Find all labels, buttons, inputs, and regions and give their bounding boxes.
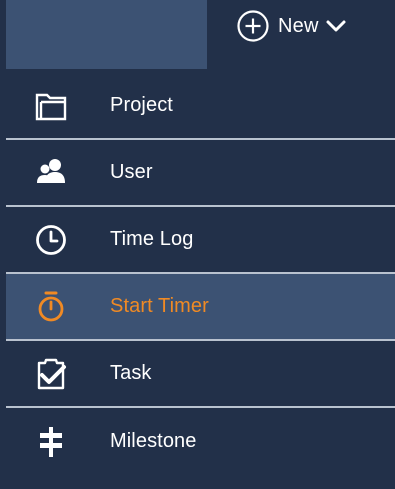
users-icon [34, 156, 68, 190]
menu-item-milestone[interactable]: Milestone [6, 408, 395, 475]
menu-item-task[interactable]: Task [6, 341, 395, 408]
menu-item-project[interactable]: Project [6, 73, 395, 140]
top-bar-panel [6, 0, 207, 69]
plus-circle-icon [237, 10, 269, 42]
new-dropdown-menu: Project User Time Log Start Timer Task M… [6, 73, 395, 475]
menu-item-label: Time Log [110, 228, 194, 250]
menu-item-time-log[interactable]: Time Log [6, 207, 395, 274]
menu-item-start-timer[interactable]: Start Timer [6, 274, 395, 341]
menu-item-label: User [110, 161, 153, 183]
chevron-down-icon [326, 20, 346, 32]
menu-item-label: Milestone [110, 430, 197, 452]
menu-item-user[interactable]: User [6, 140, 395, 207]
stopwatch-icon [34, 290, 68, 324]
new-button[interactable]: New [236, 6, 347, 46]
top-bar: New [0, 0, 395, 69]
menu-item-label: Project [110, 94, 173, 116]
signpost-icon [34, 425, 68, 459]
clock-icon [34, 223, 68, 257]
new-button-label: New [278, 14, 319, 37]
menu-item-label: Start Timer [110, 295, 209, 317]
menu-item-label: Task [110, 362, 152, 384]
clipboard-check-icon [34, 357, 68, 391]
folder-icon [34, 89, 68, 123]
